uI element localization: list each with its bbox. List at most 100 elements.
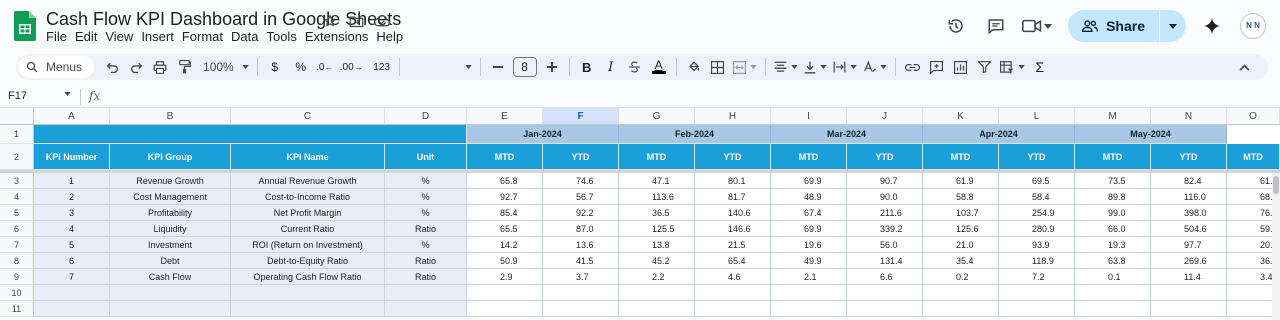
cloud-saved-icon[interactable] <box>372 11 392 31</box>
value-cell[interactable]: 69.5 <box>999 173 1075 189</box>
value-cell[interactable]: 36.5 <box>619 205 695 221</box>
row-header-9[interactable]: 9 <box>0 269 34 285</box>
empty-cell[interactable] <box>543 301 619 317</box>
value-cell[interactable]: 13.8 <box>619 237 695 253</box>
share-options-button[interactable] <box>1160 10 1186 42</box>
value-cell[interactable]: 99.0 <box>1075 205 1151 221</box>
empty-cell[interactable] <box>1151 301 1227 317</box>
value-cell[interactable]: 398.0 <box>1151 205 1227 221</box>
kpi-group-cell[interactable]: Liquidity <box>110 221 231 237</box>
empty-cell[interactable] <box>771 285 847 301</box>
meet-button[interactable] <box>1022 18 1053 34</box>
redo-icon[interactable] <box>124 54 148 80</box>
period-heading[interactable]: MTD <box>619 144 695 170</box>
value-cell[interactable]: 3.7 <box>543 269 619 285</box>
value-cell[interactable]: 113.6 <box>619 189 695 205</box>
menu-tools[interactable]: Tools <box>266 29 302 44</box>
menu-insert[interactable]: Insert <box>141 29 180 44</box>
period-heading[interactable]: MTD <box>923 144 999 170</box>
undo-icon[interactable] <box>100 54 124 80</box>
value-cell[interactable]: 13.6 <box>543 237 619 253</box>
empty-cell[interactable] <box>110 301 231 317</box>
unit-cell[interactable]: Ratio <box>385 221 467 237</box>
print-icon[interactable] <box>148 54 172 80</box>
value-cell[interactable]: 61.9 <box>923 173 999 189</box>
menu-data[interactable]: Data <box>231 29 264 44</box>
column-header-e[interactable]: E <box>467 108 543 125</box>
menu-extensions[interactable]: Extensions <box>305 29 375 44</box>
menu-edit[interactable]: Edit <box>75 29 103 44</box>
column-header-h[interactable]: H <box>695 108 771 125</box>
empty-cell[interactable] <box>110 285 231 301</box>
unit-cell[interactable]: % <box>385 173 467 189</box>
paint-format-icon[interactable] <box>172 54 196 80</box>
value-cell[interactable]: 103.7 <box>923 205 999 221</box>
value-cell[interactable]: 339.2 <box>847 221 923 237</box>
percent-format-button[interactable]: % <box>289 54 313 80</box>
value-cell[interactable]: 67.4 <box>771 205 847 221</box>
row-header-11[interactable]: 11 <box>0 301 34 317</box>
value-cell[interactable]: 504.6 <box>1151 221 1227 237</box>
menu-view[interactable]: View <box>105 29 139 44</box>
star-icon[interactable] <box>320 11 340 31</box>
empty-cell[interactable] <box>619 285 695 301</box>
month-header[interactable]: Mar-2024 <box>771 125 923 144</box>
value-cell[interactable]: 90.7 <box>847 173 923 189</box>
text-rotation-icon[interactable] <box>860 54 890 80</box>
value-cell[interactable]: 2.2 <box>619 269 695 285</box>
kpi-name-cell[interactable]: Operating Cash Flow Ratio <box>231 269 385 285</box>
value-cell[interactable]: 85.4 <box>467 205 543 221</box>
period-heading[interactable]: MTD <box>1075 144 1151 170</box>
period-heading[interactable]: YTD <box>999 144 1075 170</box>
menu-help[interactable]: Help <box>376 29 409 44</box>
period-heading[interactable]: MTD <box>771 144 847 170</box>
column-header-m[interactable]: M <box>1075 108 1151 125</box>
filter-icon[interactable] <box>973 54 997 80</box>
increase-decimal-button[interactable]: .00 → <box>337 54 366 80</box>
column-header-a[interactable]: A <box>34 108 110 125</box>
value-cell[interactable]: 90.0 <box>847 189 923 205</box>
value-cell[interactable]: 93.9 <box>999 237 1075 253</box>
row-header-3[interactable]: 3 <box>0 173 34 189</box>
empty-cell[interactable] <box>1075 285 1151 301</box>
empty-cell[interactable] <box>1151 285 1227 301</box>
text-color-button[interactable]: A <box>647 54 671 80</box>
period-heading[interactable]: YTD <box>1151 144 1227 170</box>
number-format-button[interactable]: 123 <box>370 54 394 80</box>
value-cell[interactable]: 65.5 <box>467 221 543 237</box>
version-history-icon[interactable] <box>938 8 974 44</box>
value-cell[interactable]: 131.4 <box>847 253 923 269</box>
value-cell[interactable]: 74.6 <box>543 173 619 189</box>
empty-cell[interactable] <box>999 285 1075 301</box>
kpi-group-cell[interactable]: Cash Flow <box>110 269 231 285</box>
empty-cell[interactable] <box>467 285 543 301</box>
value-cell[interactable]: 56.7 <box>543 189 619 205</box>
value-cell[interactable]: 80.1 <box>695 173 771 189</box>
unit-cell[interactable]: Ratio <box>385 253 467 269</box>
row-header-1[interactable]: 1 <box>0 125 34 144</box>
kpi-name-cell[interactable]: Annual Revenue Growth <box>231 173 385 189</box>
kpi-number-cell[interactable]: 6 <box>34 253 110 269</box>
empty-cell[interactable] <box>999 301 1075 317</box>
row-header-8[interactable]: 8 <box>0 253 34 269</box>
value-cell[interactable]: 19.6 <box>771 237 847 253</box>
value-cell[interactable]: 14.2 <box>467 237 543 253</box>
column-header-d[interactable]: D <box>385 108 467 125</box>
empty-cell[interactable] <box>34 301 110 317</box>
column-header-f[interactable]: F <box>543 108 619 125</box>
column-heading[interactable]: Unit <box>385 144 467 170</box>
empty-cell[interactable] <box>231 301 385 317</box>
value-cell[interactable]: 65.8 <box>467 173 543 189</box>
column-header-b[interactable]: B <box>110 108 231 125</box>
vertical-scrollbar[interactable] <box>1272 173 1280 320</box>
collapse-toolbar-icon[interactable] <box>1232 54 1256 80</box>
name-box[interactable]: F17 <box>8 90 27 102</box>
kpi-name-cell[interactable]: Net Profit Margin <box>231 205 385 221</box>
chevron-down-icon[interactable] <box>64 92 71 96</box>
zoom-select[interactable]: 100% <box>200 54 252 80</box>
value-cell[interactable]: 58.8 <box>923 189 999 205</box>
value-cell[interactable]: 73.5 <box>1075 173 1151 189</box>
sheets-logo-icon[interactable] <box>14 11 36 41</box>
value-cell[interactable]: 280.9 <box>999 221 1075 237</box>
empty-cell[interactable] <box>771 301 847 317</box>
